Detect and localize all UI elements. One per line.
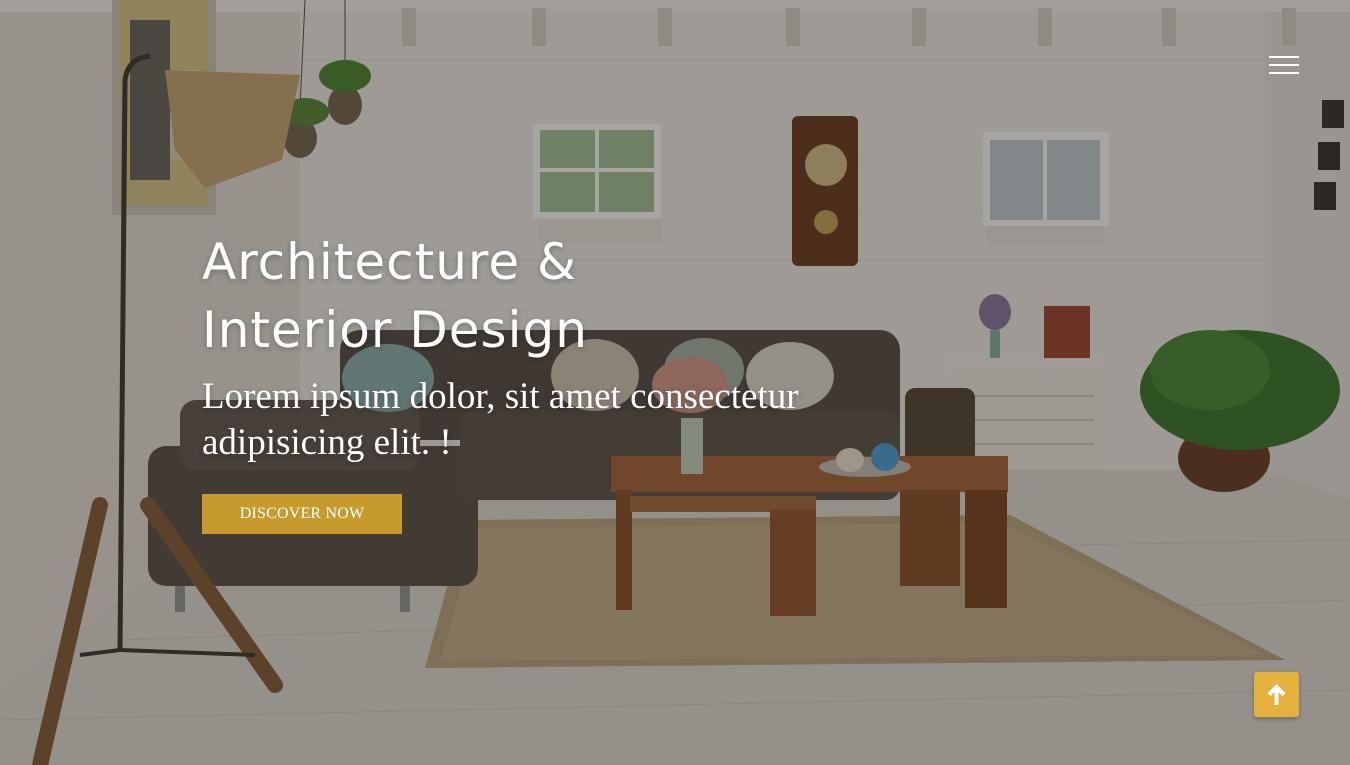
arrow-up-icon [1267,684,1286,705]
hero-title-line2: Interior Design [202,301,588,359]
scroll-to-top-button[interactable] [1254,672,1299,717]
discover-now-button[interactable]: DISCOVER NOW [202,494,402,534]
hero-subtitle-line2: adipisicing elit. ! [202,422,452,463]
menu-bar-bottom [1269,72,1299,74]
hamburger-menu-icon[interactable] [1265,52,1301,78]
hero-title: Architecture & Interior Design [202,228,922,364]
menu-bar-middle [1269,64,1299,66]
hero-subtitle: Lorem ipsum dolor, sit amet consectetur … [202,374,922,466]
hero-section: Architecture & Interior Design Lorem ips… [0,0,1350,765]
hero-content: Architecture & Interior Design Lorem ips… [202,228,922,466]
menu-bar-top [1269,56,1299,58]
hero-title-line1: Architecture & [202,233,577,291]
hero-subtitle-line1: Lorem ipsum dolor, sit amet consectetur [202,376,799,417]
